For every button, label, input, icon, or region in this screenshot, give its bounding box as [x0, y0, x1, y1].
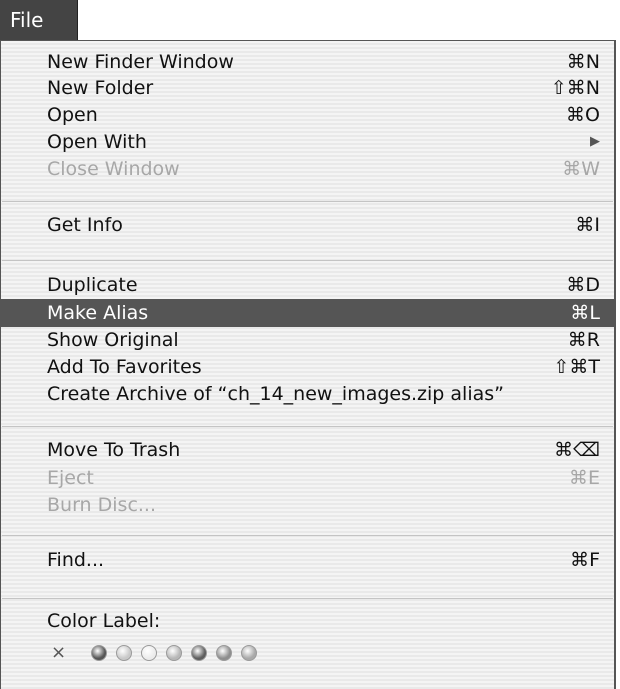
- menu-item-shortcut: ⌘R: [567, 329, 600, 351]
- color-label-swatches: ×: [41, 641, 301, 667]
- screen: File Color Label: × New Finder Window ⌘N N…: [0, 0, 620, 689]
- menu-item-get-info[interactable]: Get Info ⌘I: [1, 211, 614, 239]
- menu-item-show-original[interactable]: Show Original ⌘R: [1, 326, 614, 354]
- file-menu-dropdown: Color Label: × New Finder Window ⌘N New Fo…: [0, 40, 616, 689]
- menu-item-shortcut: ⌘⌫: [554, 439, 600, 461]
- menu-item-label: Open: [47, 104, 98, 126]
- menu-item-find[interactable]: Find... ⌘F: [1, 546, 614, 574]
- menu-item-make-alias[interactable]: Make Alias ⌘L: [1, 299, 614, 327]
- menu-item-close-window: Close Window ⌘W: [1, 155, 614, 183]
- color-label-orange-swatch[interactable]: [116, 645, 132, 661]
- menu-item-label: Show Original: [47, 329, 179, 351]
- menu-item-add-to-favorites[interactable]: Add To Favorites ⇧⌘T: [1, 353, 614, 381]
- menu-bar: File: [0, 0, 620, 40]
- menu-item-shortcut: ⌘D: [566, 274, 600, 296]
- submenu-arrow-icon: ▶: [590, 134, 600, 149]
- menu-separator: [2, 535, 613, 536]
- menu-item-label: Eject: [47, 467, 94, 489]
- menu-item-label: New Folder: [47, 77, 154, 99]
- menu-item-shortcut: ⇧⌘T: [553, 356, 600, 378]
- menu-item-shortcut: ⌘F: [570, 549, 600, 571]
- menu-separator: [2, 426, 613, 427]
- menu-item-shortcut: ⌘E: [568, 467, 600, 489]
- color-label-blue-swatch[interactable]: [191, 645, 207, 661]
- menu-item-new-finder-window[interactable]: New Finder Window ⌘N: [1, 48, 614, 76]
- menu-item-label: Open With: [47, 131, 147, 153]
- menu-item-label: Add To Favorites: [47, 356, 202, 378]
- color-label-green-swatch[interactable]: [166, 645, 182, 661]
- menu-item-label: Move To Trash: [47, 439, 181, 461]
- menu-item-shortcut: ⇧⌘N: [550, 77, 600, 99]
- menu-item-shortcut: ⌘W: [562, 158, 600, 180]
- color-label-yellow-swatch[interactable]: [141, 645, 157, 661]
- color-label-purple-swatch[interactable]: [216, 645, 232, 661]
- menu-item-new-folder[interactable]: New Folder ⇧⌘N: [1, 74, 614, 102]
- menu-item-shortcut: ⌘O: [566, 104, 600, 126]
- menu-item-open[interactable]: Open ⌘O: [1, 101, 614, 129]
- menu-separator: [2, 598, 613, 599]
- menu-item-label: Find...: [47, 549, 105, 571]
- menu-item-duplicate[interactable]: Duplicate ⌘D: [1, 271, 614, 299]
- menu-item-label: Create Archive of “ch_14_new_images.zip …: [47, 383, 504, 405]
- menu-item-create-archive-of-ch-14-new-images-zip-a[interactable]: Create Archive of “ch_14_new_images.zip …: [1, 380, 614, 408]
- menu-item-move-to-trash[interactable]: Move To Trash ⌘⌫: [1, 436, 614, 464]
- menu-item-label: Make Alias: [47, 302, 149, 324]
- menu-separator: [2, 260, 613, 261]
- menu-item-open-with[interactable]: Open With ▶: [1, 128, 614, 156]
- menu-item-label: Get Info: [47, 214, 123, 236]
- menu-separator: [2, 201, 613, 202]
- menu-item-shortcut: ⌘L: [570, 302, 600, 324]
- menu-item-shortcut: ⌘I: [575, 214, 600, 236]
- menu-item-label: Close Window: [47, 158, 180, 180]
- remove-label-icon[interactable]: ×: [51, 641, 66, 665]
- file-menu-title[interactable]: File: [0, 0, 78, 40]
- color-label-gray-swatch[interactable]: [241, 645, 257, 661]
- menu-item-shortcut: ⌘N: [566, 51, 600, 73]
- menu-item-label: Duplicate: [47, 274, 138, 296]
- menu-item-label: Burn Disc...: [47, 494, 157, 516]
- color-label-heading: Color Label:: [47, 610, 161, 632]
- menu-item-label: New Finder Window: [47, 51, 234, 73]
- menu-item-eject: Eject ⌘E: [1, 464, 614, 492]
- color-label-red-swatch[interactable]: [91, 645, 107, 661]
- menu-item-burn-disc: Burn Disc...: [1, 491, 614, 519]
